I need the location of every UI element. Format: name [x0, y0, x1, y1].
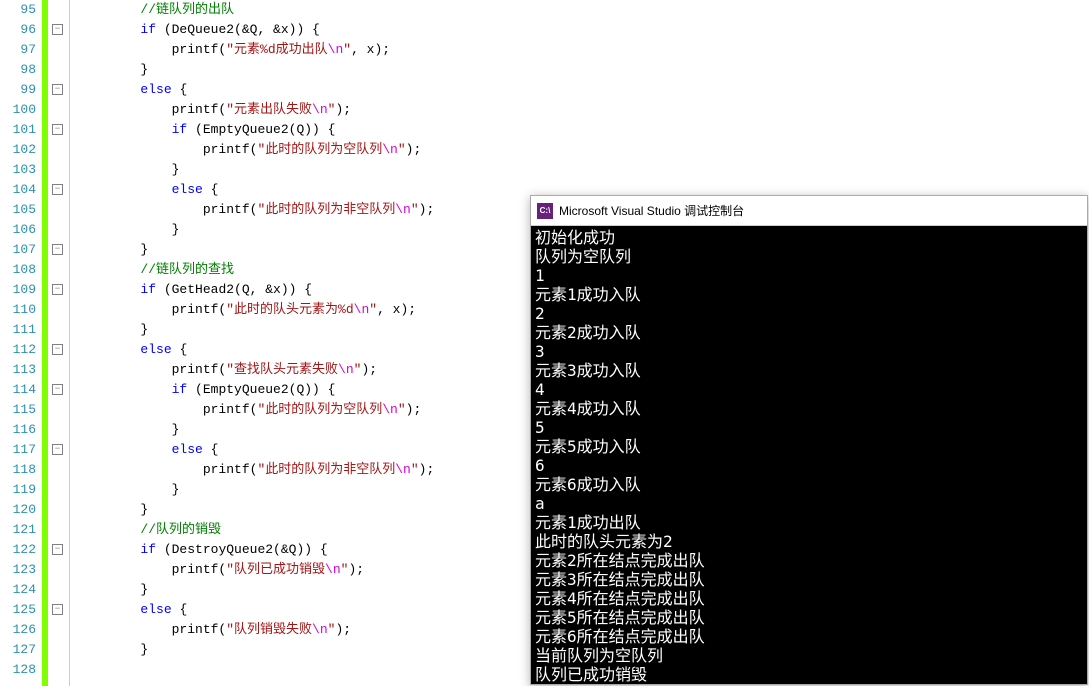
line-number: 117: [0, 440, 36, 460]
console-titlebar[interactable]: C:\ Microsoft Visual Studio 调试控制台: [531, 196, 1087, 226]
line-number: 104: [0, 180, 36, 200]
line-number: 128: [0, 660, 36, 680]
line-number: 111: [0, 320, 36, 340]
line-number: 113: [0, 360, 36, 380]
line-number: 110: [0, 300, 36, 320]
line-number: 119: [0, 480, 36, 500]
line-number: 109: [0, 280, 36, 300]
fold-toggle[interactable]: −: [52, 284, 63, 295]
console-line: 元素1成功出队: [535, 513, 1083, 532]
line-number: 97: [0, 40, 36, 60]
code-line[interactable]: }: [78, 160, 1089, 180]
code-line[interactable]: printf("元素%d成功出队\n", x);: [78, 40, 1089, 60]
line-number: 122: [0, 540, 36, 560]
line-number: 115: [0, 400, 36, 420]
fold-toggle[interactable]: −: [52, 384, 63, 395]
console-line: 队列为空队列: [535, 247, 1083, 266]
fold-toggle[interactable]: −: [52, 84, 63, 95]
console-title: Microsoft Visual Studio 调试控制台: [559, 202, 744, 219]
console-line: 元素3所在结点完成出队: [535, 570, 1083, 589]
code-line[interactable]: printf("元素出队失败\n");: [78, 100, 1089, 120]
line-number: 101: [0, 120, 36, 140]
code-line[interactable]: if (DeQueue2(&Q, &x)) {: [78, 20, 1089, 40]
debug-console-window[interactable]: C:\ Microsoft Visual Studio 调试控制台 初始化成功队…: [530, 195, 1088, 685]
line-number: 121: [0, 520, 36, 540]
line-number: 99: [0, 80, 36, 100]
line-number: 126: [0, 620, 36, 640]
console-line: 元素6成功入队: [535, 475, 1083, 494]
console-line: 4: [535, 380, 1083, 399]
code-line[interactable]: }: [78, 60, 1089, 80]
fold-toggle[interactable]: −: [52, 344, 63, 355]
line-number: 102: [0, 140, 36, 160]
console-line: 2: [535, 304, 1083, 323]
code-line[interactable]: if (EmptyQueue2(Q)) {: [78, 120, 1089, 140]
line-number: 120: [0, 500, 36, 520]
line-number: 96: [0, 20, 36, 40]
fold-toggle[interactable]: −: [52, 184, 63, 195]
line-number: 108: [0, 260, 36, 280]
console-line: 元素2成功入队: [535, 323, 1083, 342]
console-line: 1: [535, 266, 1083, 285]
fold-toggle[interactable]: −: [52, 604, 63, 615]
line-number: 116: [0, 420, 36, 440]
console-line: 元素2所在结点完成出队: [535, 551, 1083, 570]
console-line: 元素4成功入队: [535, 399, 1083, 418]
code-line[interactable]: //链队列的出队: [78, 0, 1089, 20]
line-number: 103: [0, 160, 36, 180]
line-number-gutter: 9596979899100101102103104105106107108109…: [0, 0, 42, 686]
line-number: 100: [0, 100, 36, 120]
fold-toggle[interactable]: −: [52, 124, 63, 135]
line-number: 125: [0, 600, 36, 620]
vs-console-icon: C:\: [537, 203, 553, 219]
console-line: 元素1成功入队: [535, 285, 1083, 304]
fold-toggle[interactable]: −: [52, 444, 63, 455]
line-number: 105: [0, 200, 36, 220]
code-line[interactable]: else {: [78, 80, 1089, 100]
line-number: 106: [0, 220, 36, 240]
line-number: 95: [0, 0, 36, 20]
console-line: 6: [535, 456, 1083, 475]
fold-toggle[interactable]: −: [52, 24, 63, 35]
console-line: 初始化成功: [535, 228, 1083, 247]
fold-toggle[interactable]: −: [52, 244, 63, 255]
console-line: 元素6所在结点完成出队: [535, 627, 1083, 646]
code-line[interactable]: printf("此时的队列为空队列\n");: [78, 140, 1089, 160]
console-line: 5: [535, 418, 1083, 437]
console-output[interactable]: 初始化成功队列为空队列1元素1成功入队2元素2成功入队3元素3成功入队4元素4成…: [531, 226, 1087, 686]
console-line: 元素3成功入队: [535, 361, 1083, 380]
line-number: 98: [0, 60, 36, 80]
console-line: 此时的队头元素为2: [535, 532, 1083, 551]
line-number: 112: [0, 340, 36, 360]
line-number: 127: [0, 640, 36, 660]
line-number: 124: [0, 580, 36, 600]
line-number: 123: [0, 560, 36, 580]
fold-toggle[interactable]: −: [52, 544, 63, 555]
console-line: 3: [535, 342, 1083, 361]
console-line: 元素5所在结点完成出队: [535, 608, 1083, 627]
line-number: 114: [0, 380, 36, 400]
fold-gutter[interactable]: − − − − − − − − − − −: [48, 0, 70, 686]
line-number: 107: [0, 240, 36, 260]
console-line: 队列已成功销毁: [535, 665, 1083, 684]
console-line: a: [535, 494, 1083, 513]
console-line: 当前队列为空队列: [535, 646, 1083, 665]
line-number: 118: [0, 460, 36, 480]
console-line: 元素4所在结点完成出队: [535, 589, 1083, 608]
console-line: 元素5成功入队: [535, 437, 1083, 456]
